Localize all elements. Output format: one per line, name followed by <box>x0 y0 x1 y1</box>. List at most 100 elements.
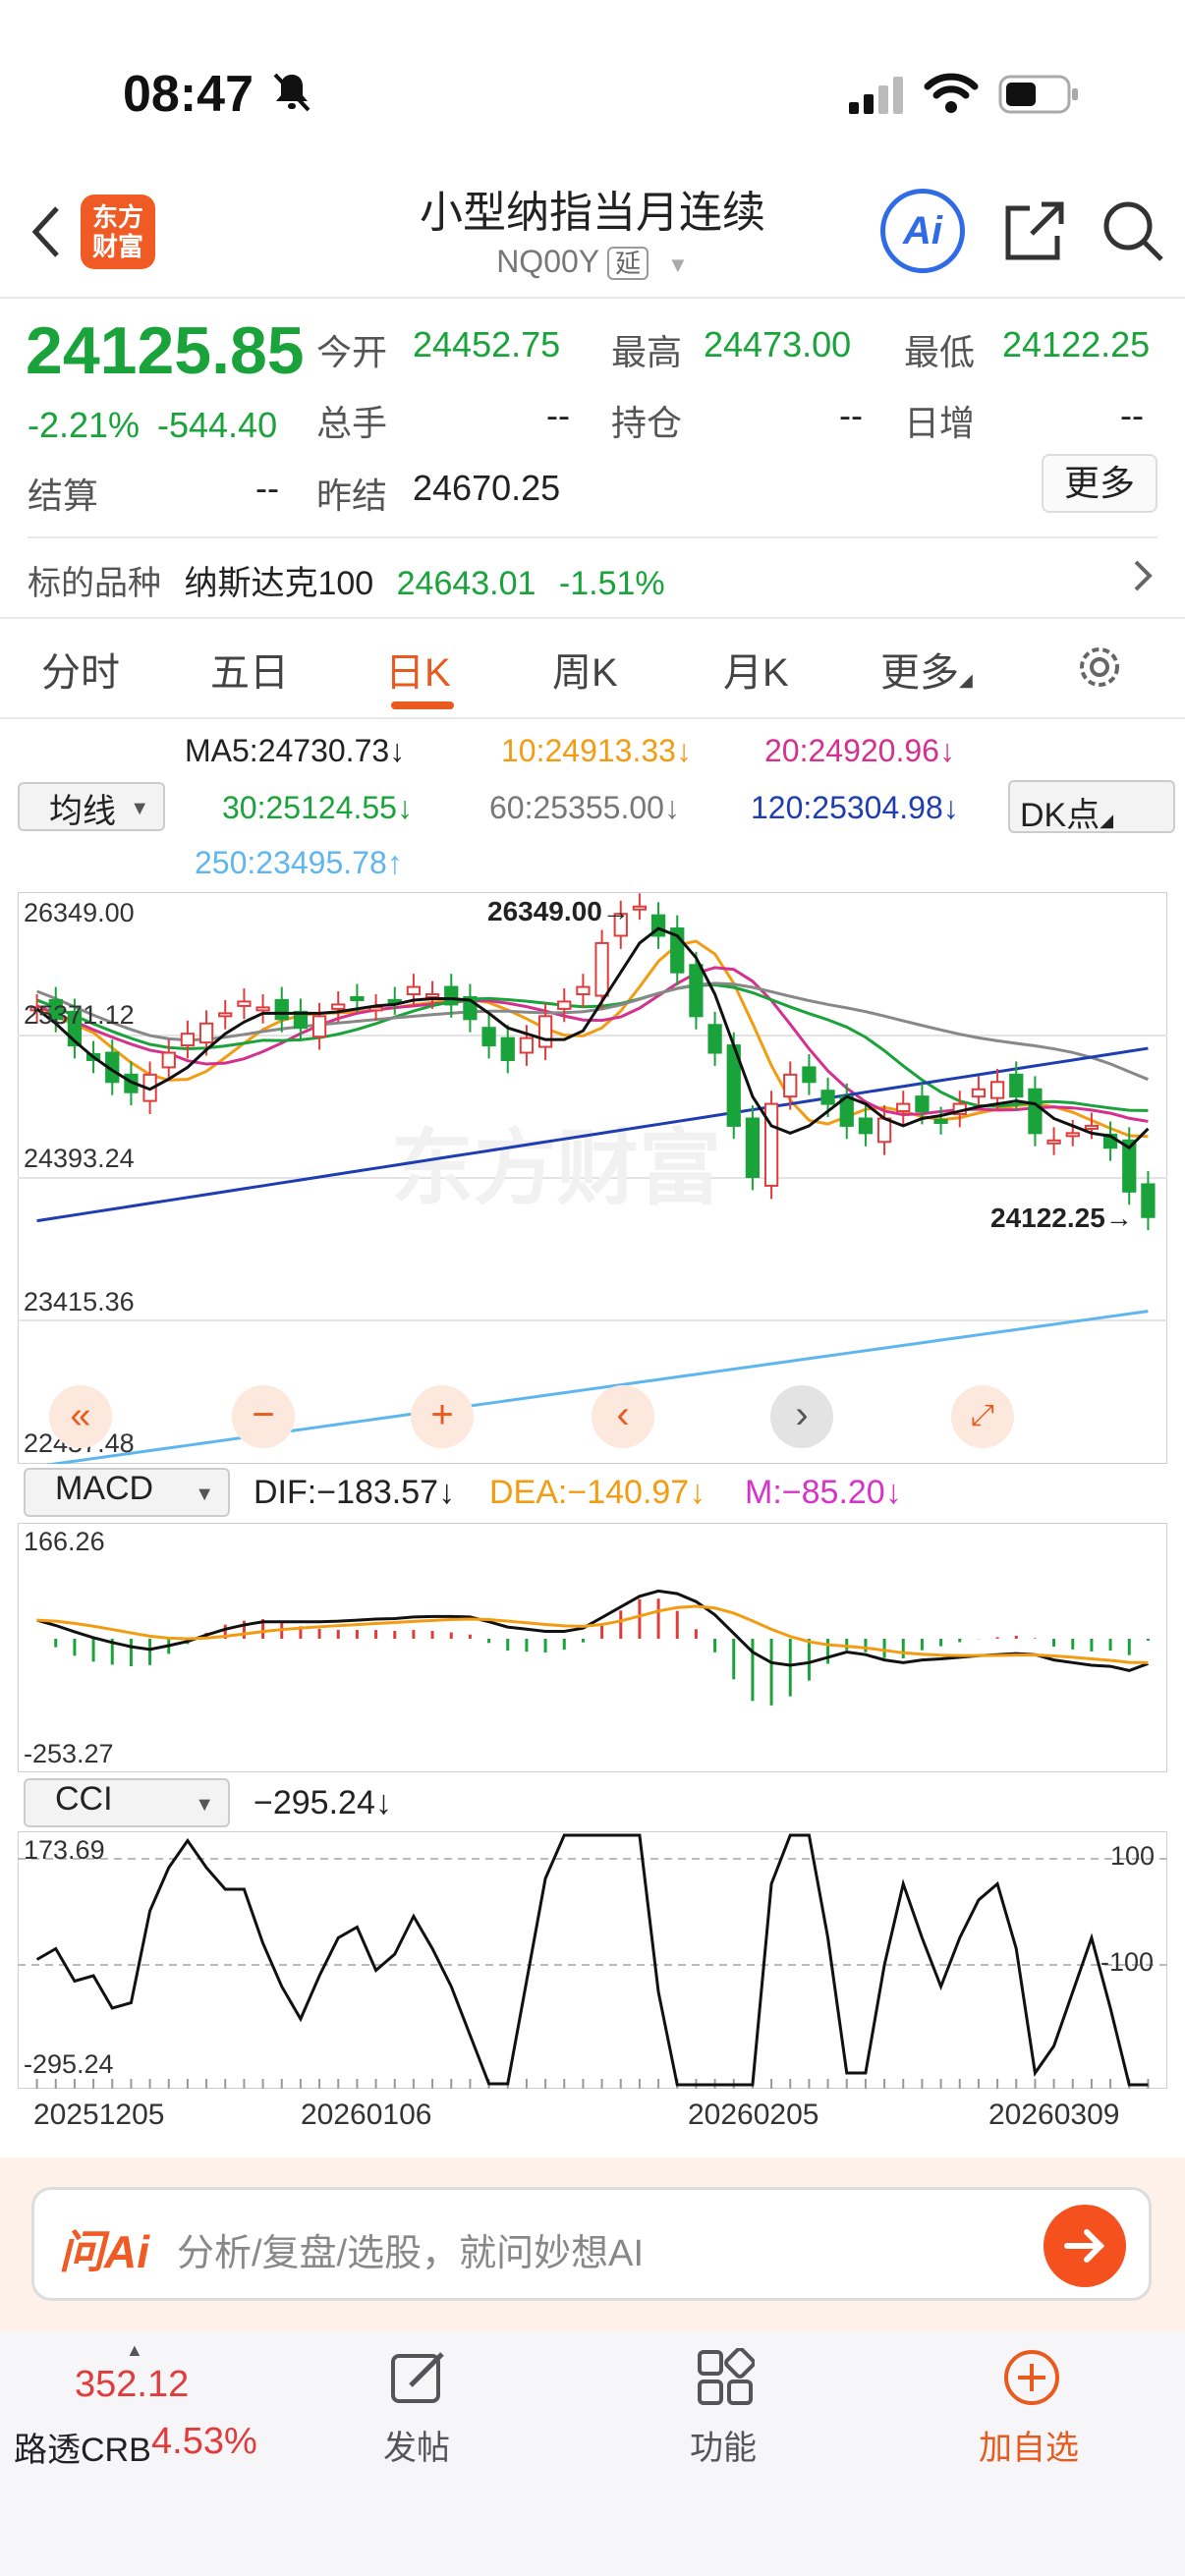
candle <box>500 1036 515 1061</box>
open-value: 24452.75 <box>413 324 561 364</box>
functions-button[interactable]: 功能 <box>690 2421 757 2469</box>
crb-label: 路透CRB <box>14 2432 151 2469</box>
candle <box>1065 1132 1080 1138</box>
tab-more-label: 更多 <box>880 651 959 695</box>
candle <box>255 1006 270 1012</box>
candle <box>537 1015 553 1048</box>
candle <box>481 1027 496 1047</box>
ai-ask-logo: 问Ai <box>59 2226 149 2277</box>
candle <box>406 985 422 996</box>
low-value: 24122.25 <box>1002 324 1151 364</box>
fullscreen-button[interactable]: ⤢ <box>951 1385 1014 1448</box>
tab-daily-k[interactable]: 日K <box>385 641 451 698</box>
candle <box>444 985 459 1006</box>
candle <box>989 1081 1005 1099</box>
candle <box>594 941 609 997</box>
candle <box>915 1095 930 1113</box>
tab-more[interactable]: 更多◢ <box>880 641 973 698</box>
ma60-value: 60:25355.00↓ <box>489 790 680 825</box>
zoom-in-button[interactable]: + <box>411 1385 474 1448</box>
ma-selector[interactable]: 均线 ▼ <box>18 782 165 831</box>
chevron-left-icon: ‹ <box>616 1393 630 1436</box>
post-button[interactable]: 发帖 <box>383 2421 450 2469</box>
ai-button[interactable]: Ai <box>880 189 965 273</box>
search-icon[interactable] <box>1100 198 1165 268</box>
macd-bottom-label: -253.27 <box>24 1739 114 1768</box>
more-button[interactable]: 更多 <box>1042 454 1157 513</box>
candle <box>858 1117 874 1135</box>
candle <box>519 1036 535 1054</box>
tab-weekly-k[interactable]: 周K <box>552 641 618 698</box>
zoom-out-button[interactable]: − <box>232 1385 295 1448</box>
ai-label: Ai <box>903 209 942 252</box>
caret-icon: ◢ <box>959 670 973 690</box>
ai-submit-button[interactable] <box>1044 2205 1126 2287</box>
share-icon[interactable] <box>1002 198 1067 268</box>
scroll-right-button[interactable]: › <box>770 1385 833 1448</box>
divider <box>0 717 1185 719</box>
crb-widget[interactable]: ▲ 352.12 路透CRB 4.53% <box>14 2340 279 2488</box>
macd-top-label: 166.26 <box>24 1527 105 1556</box>
tab-intraday[interactable]: 分时 <box>41 641 120 698</box>
volume-value: -- <box>546 395 570 435</box>
candle <box>1084 1124 1100 1130</box>
ma20-value: 20:24920.96↓ <box>764 733 955 768</box>
plus-icon: + <box>430 1393 454 1436</box>
oi-value: -- <box>839 395 863 435</box>
ma5-value: MA5:24730.73↓ <box>185 733 406 768</box>
macd-m: M:−85.20↓ <box>745 1474 902 1511</box>
settings-icon[interactable] <box>1073 641 1126 699</box>
y-axis-label: 26349.00 <box>24 898 135 927</box>
macd-dif: DIF:−183.57↓ <box>254 1474 456 1511</box>
candle <box>557 1000 572 1010</box>
candle <box>1028 1088 1043 1135</box>
cci-bottom-label: -295.24 <box>24 2049 114 2079</box>
prev-settle-value: 24670.25 <box>413 468 561 508</box>
rewind-button[interactable]: « <box>49 1385 112 1448</box>
open-label: 今开 <box>316 332 388 372</box>
candle <box>350 995 365 1001</box>
cci-selector[interactable]: CCI ▼ <box>24 1778 230 1827</box>
signal-icon <box>849 77 908 121</box>
candle <box>1046 1139 1061 1145</box>
volume-label: 总手 <box>316 403 388 443</box>
macd-selector[interactable]: MACD ▼ <box>24 1468 230 1517</box>
compose-icon <box>389 2348 448 2412</box>
contract-code-text: NQ00Y <box>496 244 600 279</box>
mute-icon <box>271 71 312 119</box>
candle <box>218 1012 233 1018</box>
cci-minus100-label: -100 <box>1100 1947 1155 1977</box>
candle <box>311 1015 327 1038</box>
underlying-label: 标的品种 <box>28 565 161 602</box>
candle <box>783 1073 798 1098</box>
status-time: 08:47 <box>123 66 254 123</box>
candle <box>820 1090 835 1105</box>
divider <box>0 617 1185 619</box>
tab-indicator <box>391 701 454 709</box>
candle <box>161 1051 176 1069</box>
daily-inc-label: 日增 <box>904 403 976 443</box>
high-value: 24473.00 <box>704 324 852 364</box>
y-axis-label: 23415.36 <box>24 1287 135 1316</box>
caret-up-icon: ▲ <box>126 2340 143 2360</box>
double-left-icon: « <box>70 1395 91 1436</box>
dk-point-button[interactable]: DK点◢ <box>1008 780 1175 834</box>
candle <box>331 1003 346 1010</box>
watermark: 东方财富 <box>391 1120 721 1216</box>
candle <box>237 1000 252 1007</box>
arrow-right-icon <box>1064 2229 1105 2263</box>
ma120-value: 120:25304.98↓ <box>751 790 959 825</box>
chevron-down-icon: ▼ <box>667 252 689 277</box>
add-watchlist-button[interactable]: 加自选 <box>979 2421 1079 2469</box>
tab-monthly-k[interactable]: 月K <box>723 641 789 698</box>
x-date-label: 20251205 <box>33 2099 165 2131</box>
tab-five-day[interactable]: 五日 <box>210 641 289 698</box>
caret-icon: ▼ <box>195 1484 214 1505</box>
caret-icon: ▼ <box>130 798 149 819</box>
underlying-row[interactable]: 标的品种 纳斯达克100 24643.01 -1.51% <box>28 556 665 604</box>
cci-selector-label: CCI <box>55 1780 113 1818</box>
chevron-right-icon[interactable] <box>1132 556 1156 600</box>
ma10-value: 10:24913.33↓ <box>501 733 692 768</box>
scroll-left-button[interactable]: ‹ <box>592 1385 654 1448</box>
kline-chart[interactable]: 东方财富 <box>18 892 1167 1464</box>
